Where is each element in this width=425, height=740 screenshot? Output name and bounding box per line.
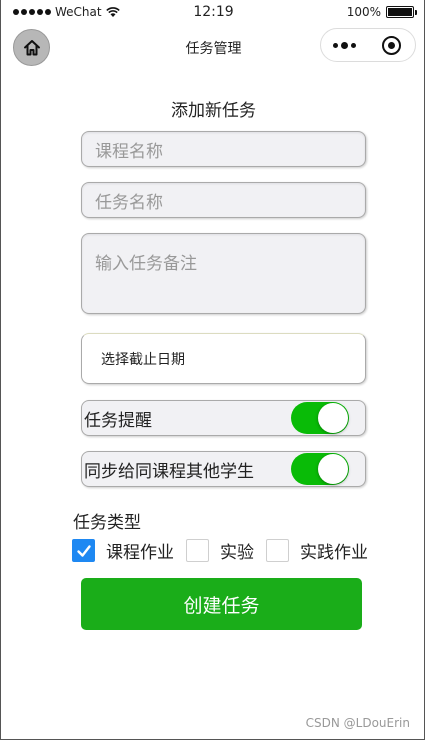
close-button[interactable] [368,35,415,55]
deadline-date-label: 选择截止日期 [101,351,185,368]
status-right: 100% [346,5,417,19]
type-label-practice: 实践作业 [300,543,368,563]
create-task-label: 创建任务 [183,594,260,617]
type-label-experiment: 实验 [220,543,254,563]
phone-frame: WeChat 12:19 100% 任务管理 添加新任务 课程名称 任务名称 输… [0,0,425,740]
type-option-coursework[interactable]: 课程作业 [72,538,174,563]
task-note-textarea[interactable]: 输入任务备注 [81,233,366,314]
checkbox-unchecked[interactable] [266,539,289,562]
sync-row: 同步给同课程其他学生 [81,451,366,487]
battery-icon [386,6,417,18]
checkmark-icon [76,544,91,557]
menu-capsule [320,28,416,62]
more-dots-icon [333,42,338,48]
reminder-switch[interactable] [291,402,349,434]
battery-percent: 100% [346,5,381,19]
more-button[interactable] [321,41,368,49]
checkbox-unchecked[interactable] [186,539,209,562]
checkbox-checked[interactable] [72,539,95,562]
task-name-input[interactable]: 任务名称 [81,182,366,218]
task-name-placeholder: 任务名称 [95,192,163,213]
watermark: CSDN @LDouErin [305,716,410,730]
form-title: 添加新任务 [171,101,256,121]
reminder-row: 任务提醒 [81,400,366,436]
nav-bar: 任务管理 [1,26,424,70]
task-type-group: 课程作业 实验 实践作业 [72,538,380,563]
sync-label: 同步给同课程其他学生 [84,461,254,482]
course-name-input[interactable]: 课程名称 [81,131,366,167]
target-close-icon [382,35,401,55]
course-name-placeholder: 课程名称 [95,141,163,162]
reminder-label: 任务提醒 [84,410,152,431]
deadline-date-picker[interactable]: 选择截止日期 [81,333,366,384]
type-label-coursework: 课程作业 [106,543,174,563]
sync-switch[interactable] [291,453,349,485]
task-note-placeholder: 输入任务备注 [95,254,197,274]
status-bar: WeChat 12:19 100% [1,0,424,26]
type-option-practice[interactable]: 实践作业 [266,538,368,563]
task-type-title: 任务类型 [73,513,141,533]
type-option-experiment[interactable]: 实验 [186,538,254,563]
create-task-button[interactable]: 创建任务 [81,578,362,630]
